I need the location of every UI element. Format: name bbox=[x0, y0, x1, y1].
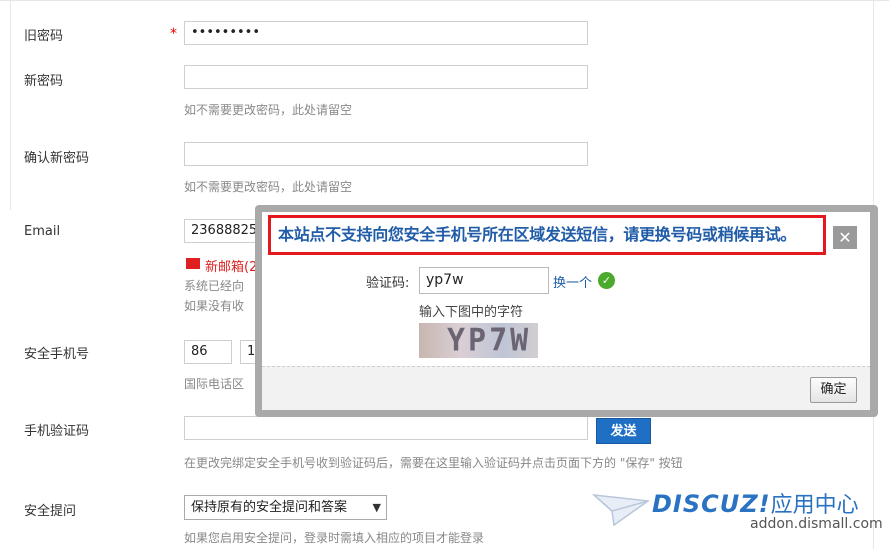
required-mark: * bbox=[170, 26, 177, 42]
dialog-message: 本站点不支持向您安全手机号所在区域发送短信，请更换号码或稍候再试。 bbox=[268, 215, 826, 255]
email-hint-2: 如果没有收 bbox=[184, 299, 245, 313]
captcha-change-link[interactable]: 换一个 bbox=[553, 272, 592, 291]
sms-code-label: 手机验证码 bbox=[24, 424, 90, 439]
security-question-hint: 如果您启用安全提问，登录时需填入相应的项目才能登录 bbox=[184, 531, 485, 545]
phone-label: 安全手机号 bbox=[24, 347, 90, 362]
new-password-input[interactable] bbox=[184, 65, 588, 89]
mail-icon bbox=[186, 258, 200, 269]
security-question-value: 保持原有的安全提问和答案 bbox=[191, 500, 348, 515]
chevron-down-icon: ▼ bbox=[372, 501, 381, 514]
watermark-logo-text: DISCUZ! bbox=[652, 490, 771, 518]
phone-hint: 国际电话区 bbox=[184, 377, 245, 391]
captcha-hint: 输入下图中的字符 bbox=[419, 305, 524, 320]
email-label: Email bbox=[24, 224, 61, 239]
send-sms-button[interactable]: 发送 bbox=[596, 418, 651, 444]
security-question-label: 安全提问 bbox=[24, 504, 77, 519]
confirm-password-label: 确认新密码 bbox=[24, 151, 90, 166]
left-border bbox=[10, 0, 11, 210]
country-code-input[interactable]: 86 bbox=[184, 340, 232, 364]
new-password-label: 新密码 bbox=[24, 74, 64, 89]
check-icon: ✓ bbox=[598, 272, 615, 289]
watermark-logo: DISCUZ!应用中心 bbox=[652, 487, 859, 519]
dialog-ok-button[interactable]: 确定 bbox=[810, 377, 857, 403]
watermark-url: addon.dismall.com bbox=[750, 516, 883, 532]
paper-plane-icon bbox=[592, 494, 650, 527]
captcha-image[interactable]: YP7W bbox=[419, 323, 538, 358]
confirm-password-input[interactable] bbox=[184, 142, 588, 166]
captcha-input[interactable]: yp7w bbox=[419, 267, 549, 294]
sms-code-input[interactable] bbox=[184, 416, 588, 440]
old-password-label: 旧密码 bbox=[24, 29, 64, 44]
watermark: DISCUZ!应用中心 addon.dismall.com bbox=[592, 487, 883, 542]
security-question-select[interactable]: 保持原有的安全提问和答案 ▼ bbox=[184, 495, 387, 520]
watermark-logo-cn: 应用中心 bbox=[770, 493, 859, 518]
sms-hint: 在更改完绑定安全手机号收到验证码后，需要在这里输入验证码并点击页面下方的 "保存… bbox=[184, 456, 683, 470]
old-password-input[interactable]: ••••••••• bbox=[184, 21, 588, 45]
top-border bbox=[0, 0, 889, 1]
new-email-text: 新邮箱(2 bbox=[205, 260, 258, 275]
dialog-footer bbox=[262, 366, 870, 410]
email-hint-1: 系统已经向 bbox=[184, 279, 245, 293]
captcha-label: 验证码: bbox=[366, 276, 410, 291]
captcha-image-text: YP7W bbox=[447, 323, 532, 358]
confirm-password-hint: 如不需要更改密码，此处请留空 bbox=[184, 180, 353, 194]
close-icon[interactable]: ✕ bbox=[833, 226, 857, 249]
new-password-hint: 如不需要更改密码，此处请留空 bbox=[184, 103, 353, 117]
